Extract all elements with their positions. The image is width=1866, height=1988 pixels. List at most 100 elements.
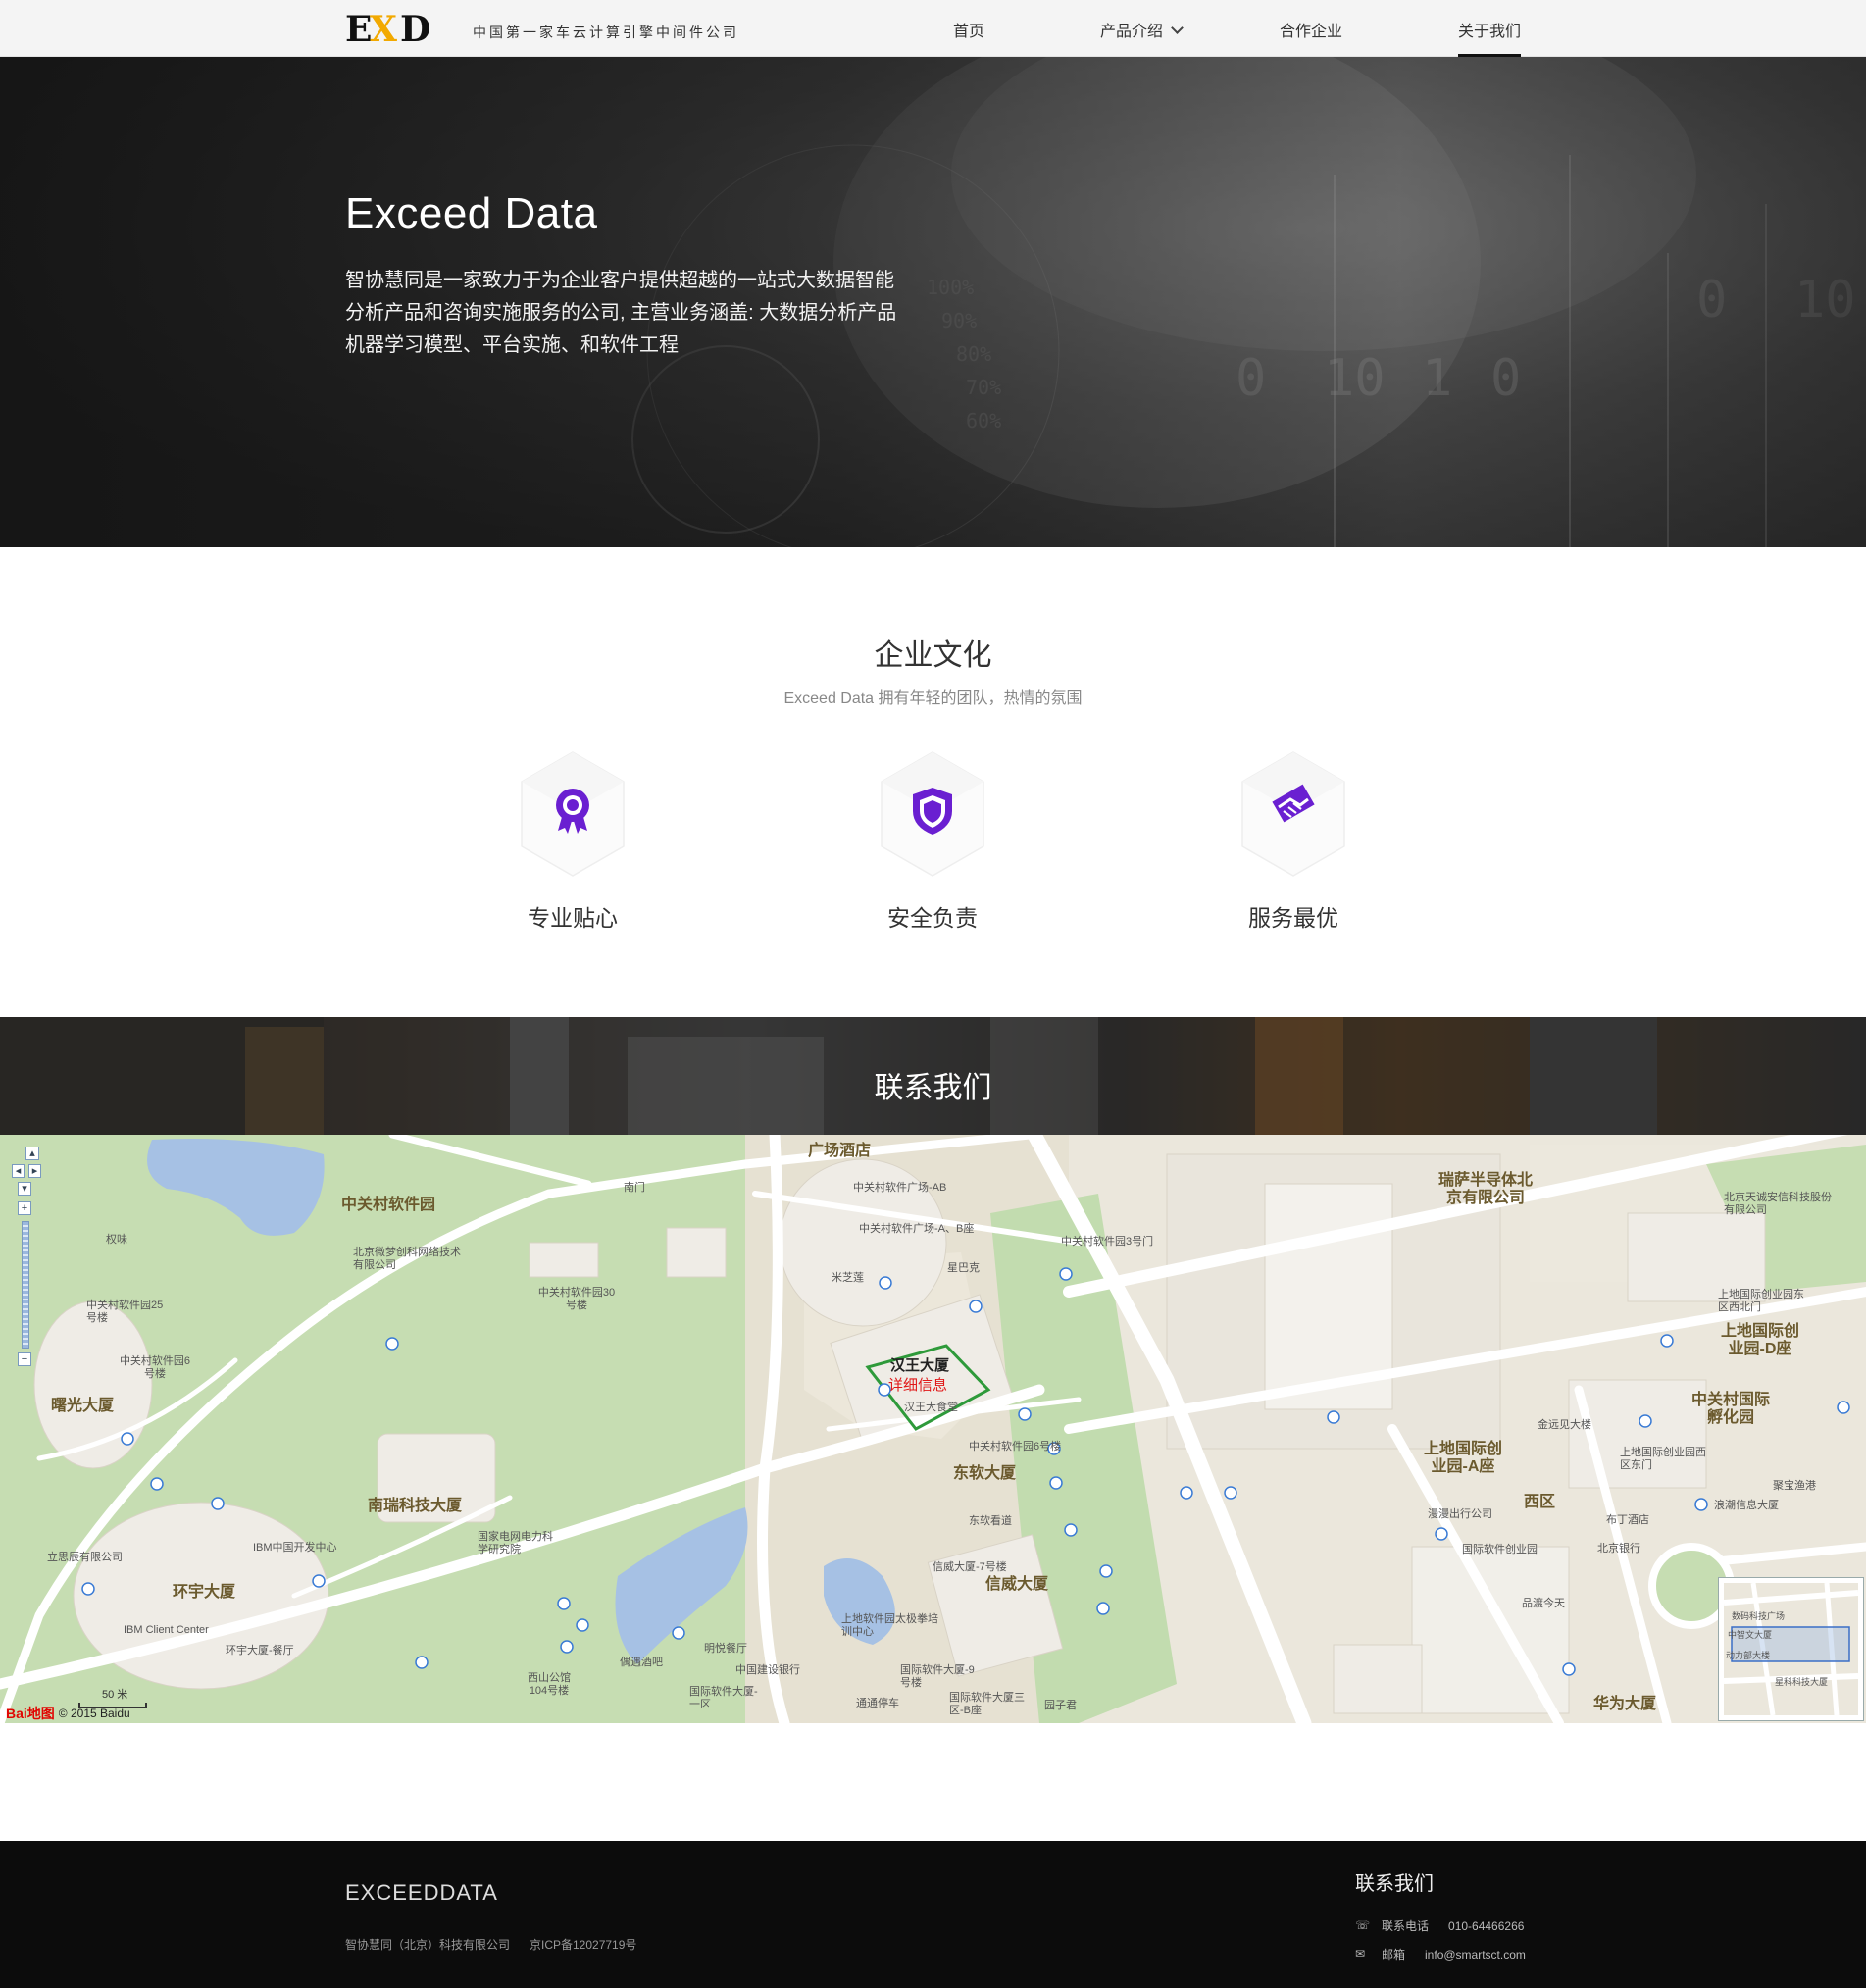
map-poi-label[interactable]: 信威大厦 [985, 1576, 1048, 1594]
map-poi-label[interactable]: 汉王大食堂 [904, 1402, 958, 1414]
contact-title: 联系我们 [874, 1072, 992, 1104]
zoom-slider[interactable] [22, 1221, 29, 1349]
exd-logo-icon: E X D [345, 12, 430, 45]
footer: EXCEEDDATA 智协慧同（北京）科技有限公司 京ICP备12027719号… [0, 1841, 1866, 1988]
map-poi-label[interactable]: 南瑞科技大厦 [368, 1498, 462, 1515]
map-poi-label[interactable]: 中关村软件园6号楼 [116, 1355, 194, 1381]
map-poi-label[interactable]: 中关村软件园 [341, 1197, 435, 1214]
map-poi-label[interactable]: 中关村软件园6号楼 [969, 1441, 1061, 1453]
map-poi-label[interactable]: 东软大厦 [953, 1465, 1016, 1483]
map-poi-label[interactable]: 浪潮信息大厦 [1714, 1500, 1779, 1512]
map-poi-label[interactable]: 权味 [106, 1234, 127, 1247]
nav-products[interactable]: 产品介绍 [1100, 0, 1184, 57]
map-poi-label[interactable]: 中关村软件园25号楼 [86, 1300, 165, 1325]
map-poi-label[interactable]: 中关村软件广场-A、B座 [859, 1223, 974, 1236]
footer-email-row: ✉ 邮箱 info@smartsct.com [1355, 1946, 1526, 1963]
feature-professional: 专业贴心 [475, 750, 671, 933]
map-poi-label[interactable]: IBM中国开发中心 [253, 1542, 337, 1555]
map-poi-label[interactable]: 布丁酒店 [1606, 1514, 1649, 1527]
map-poi-label[interactable]: 金远见大楼 [1538, 1419, 1591, 1432]
map-poi-label[interactable]: 明悦餐厅 [704, 1643, 747, 1656]
map-poi-label[interactable]: 国家电网电力科学研究院 [478, 1531, 556, 1556]
map-poi-label[interactable]: 中关村软件园3号门 [1061, 1236, 1153, 1249]
map-poi-label[interactable]: 上地软件园太极拳培训中心 [841, 1613, 939, 1639]
map-poi-label[interactable]: 中关村软件广场-AB [853, 1182, 946, 1195]
map-poi-label[interactable]: 北京微梦创科网络技术有限公司 [353, 1247, 471, 1272]
baidu-logo[interactable]: Bai地图 [6, 1704, 55, 1723]
handshake-icon [1241, 751, 1345, 877]
map-poi-label[interactable]: IBM Client Center [124, 1624, 209, 1637]
hero-title: Exceed Data [345, 189, 598, 237]
phone-label: 联系电话 [1382, 1919, 1430, 1933]
email-address[interactable]: info@smartsct.com [1425, 1948, 1526, 1962]
map-poi-label[interactable]: 瑞萨半导体北京有限公司 [1432, 1172, 1539, 1207]
feature-label: 安全负责 [887, 905, 978, 931]
nav-home[interactable]: 首页 [953, 0, 984, 57]
hero-banner: 100%90%80% 70%60% 01010 010 Exceed Data … [0, 57, 1866, 547]
map-poi-label[interactable]: 环宇大厦-餐厅 [226, 1645, 294, 1657]
nav-partners[interactable]: 合作企业 [1280, 0, 1342, 57]
nav-about[interactable]: 关于我们 [1458, 0, 1522, 57]
tagline: 中国第一家车云计算引擎中间件公司 [473, 25, 739, 41]
phone-number[interactable]: 010-64466266 [1448, 1919, 1524, 1933]
footer-logo[interactable]: EXCEEDDATA [345, 1880, 498, 1906]
map-poi-label[interactable]: 汉王大厦 [890, 1358, 949, 1373]
feature-service: 服务最优 [1195, 750, 1391, 933]
map-poi-label[interactable]: 中国建设银行 [735, 1664, 800, 1677]
pan-down-button[interactable]: ▾ [18, 1182, 31, 1196]
map-poi-label[interactable]: 偶遇酒吧 [620, 1657, 663, 1669]
top-navbar: E X D 中国第一家车云计算引擎中间件公司 首页 产品介绍 合作企业 关于我们 [0, 0, 1866, 57]
map-poi-label[interactable]: 上地国际创业园-D座 [1721, 1323, 1799, 1358]
map-detail-link[interactable]: 详细信息 [888, 1378, 947, 1393]
map-poi-label[interactable]: 西区 [1524, 1494, 1555, 1511]
phone-icon: ☏ [1355, 1918, 1371, 1932]
zoom-out-button[interactable]: − [18, 1352, 31, 1366]
map-poi-label[interactable]: 漫漫出行公司 [1428, 1508, 1492, 1521]
map-poi-label[interactable]: 西山公馆104号楼 [520, 1672, 579, 1698]
map-poi-label[interactable]: 中关村软件园30号楼 [537, 1287, 616, 1312]
map-poi-label[interactable]: 国际软件创业园 [1462, 1544, 1538, 1556]
minimap-label: 星科科技大厦 [1775, 1677, 1829, 1687]
map-poi-label[interactable]: 环宇大厦 [173, 1584, 235, 1602]
map-poi-label[interactable]: 聚宝渔港 [1773, 1480, 1816, 1493]
footer-contact-title: 联系我们 [1355, 1873, 1434, 1895]
overview-minimap[interactable]: 数码科技广场 中智文大厦 动力部大楼 星科科技大厦 [1718, 1577, 1864, 1721]
map-poi-label[interactable]: 通通停车 [856, 1698, 899, 1710]
footer-company: 智协慧同（北京）科技有限公司 [345, 1938, 511, 1952]
map-poi-label[interactable]: 曙光大厦 [51, 1398, 114, 1415]
email-label: 邮箱 [1382, 1948, 1406, 1962]
mail-icon: ✉ [1355, 1947, 1366, 1961]
map-poi-label[interactable]: 华为大厦 [1593, 1696, 1656, 1713]
map-poi-label[interactable]: 米芝莲 [832, 1272, 864, 1285]
map-poi-label[interactable]: 园子君 [1044, 1700, 1077, 1712]
map-poi-label[interactable]: 广场酒店 [808, 1143, 871, 1160]
map-poi-label[interactable]: 国际软件大厦-一区 [689, 1686, 758, 1711]
map-poi-label[interactable]: 北京银行 [1597, 1543, 1640, 1555]
map-copyright: Bai地图 © 2015 Baidu [6, 1704, 130, 1723]
map-poi-label[interactable]: 东软看道 [969, 1515, 1012, 1528]
map-poi-label[interactable]: 星巴克 [947, 1262, 980, 1275]
map-poi-label[interactable]: 中关村国际孵化园 [1691, 1392, 1770, 1427]
map-poi-label[interactable]: 国际软件大厦三区-B座 [949, 1692, 1037, 1717]
pan-up-button[interactable]: ▴ [25, 1147, 39, 1160]
culture-title: 企业文化 [874, 639, 992, 672]
pan-right-button[interactable]: ▸ [28, 1164, 41, 1178]
baidu-map[interactable]: 中关村软件园 曙光大厦 环宇大厦 南瑞科技大厦 汉王大厦 东软大厦 信威大厦 上… [0, 1135, 1866, 1723]
pan-left-button[interactable]: ◂ [12, 1164, 25, 1178]
chevron-down-icon [1171, 22, 1184, 34]
map-poi-label[interactable]: 北京天诚安信科技股份有限公司 [1724, 1192, 1832, 1217]
map-poi-label[interactable]: 南门 [624, 1182, 645, 1195]
map-poi-label[interactable]: 国际软件大厦-9号楼 [900, 1664, 979, 1690]
map-poi-label[interactable]: 信威大厦-7号楼 [933, 1561, 1007, 1574]
map-poi-label[interactable]: 上地国际创业园西区东门 [1620, 1447, 1708, 1472]
svg-text:E: E [345, 12, 372, 45]
feature-label: 服务最优 [1248, 905, 1338, 931]
map-poi-label[interactable]: 品渡今天 [1522, 1598, 1565, 1610]
footer-icp[interactable]: 京ICP备12027719号 [530, 1936, 636, 1953]
map-poi-label[interactable]: 上地国际创业园-A座 [1424, 1441, 1502, 1476]
zoom-in-button[interactable]: + [18, 1201, 31, 1215]
map-poi-label[interactable]: 上地国际创业园东区西北门 [1718, 1289, 1806, 1314]
logo[interactable]: E X D [345, 12, 443, 45]
map-poi-label[interactable]: 立思辰有限公司 [47, 1552, 123, 1564]
feature-security: 安全负责 [834, 750, 1031, 933]
